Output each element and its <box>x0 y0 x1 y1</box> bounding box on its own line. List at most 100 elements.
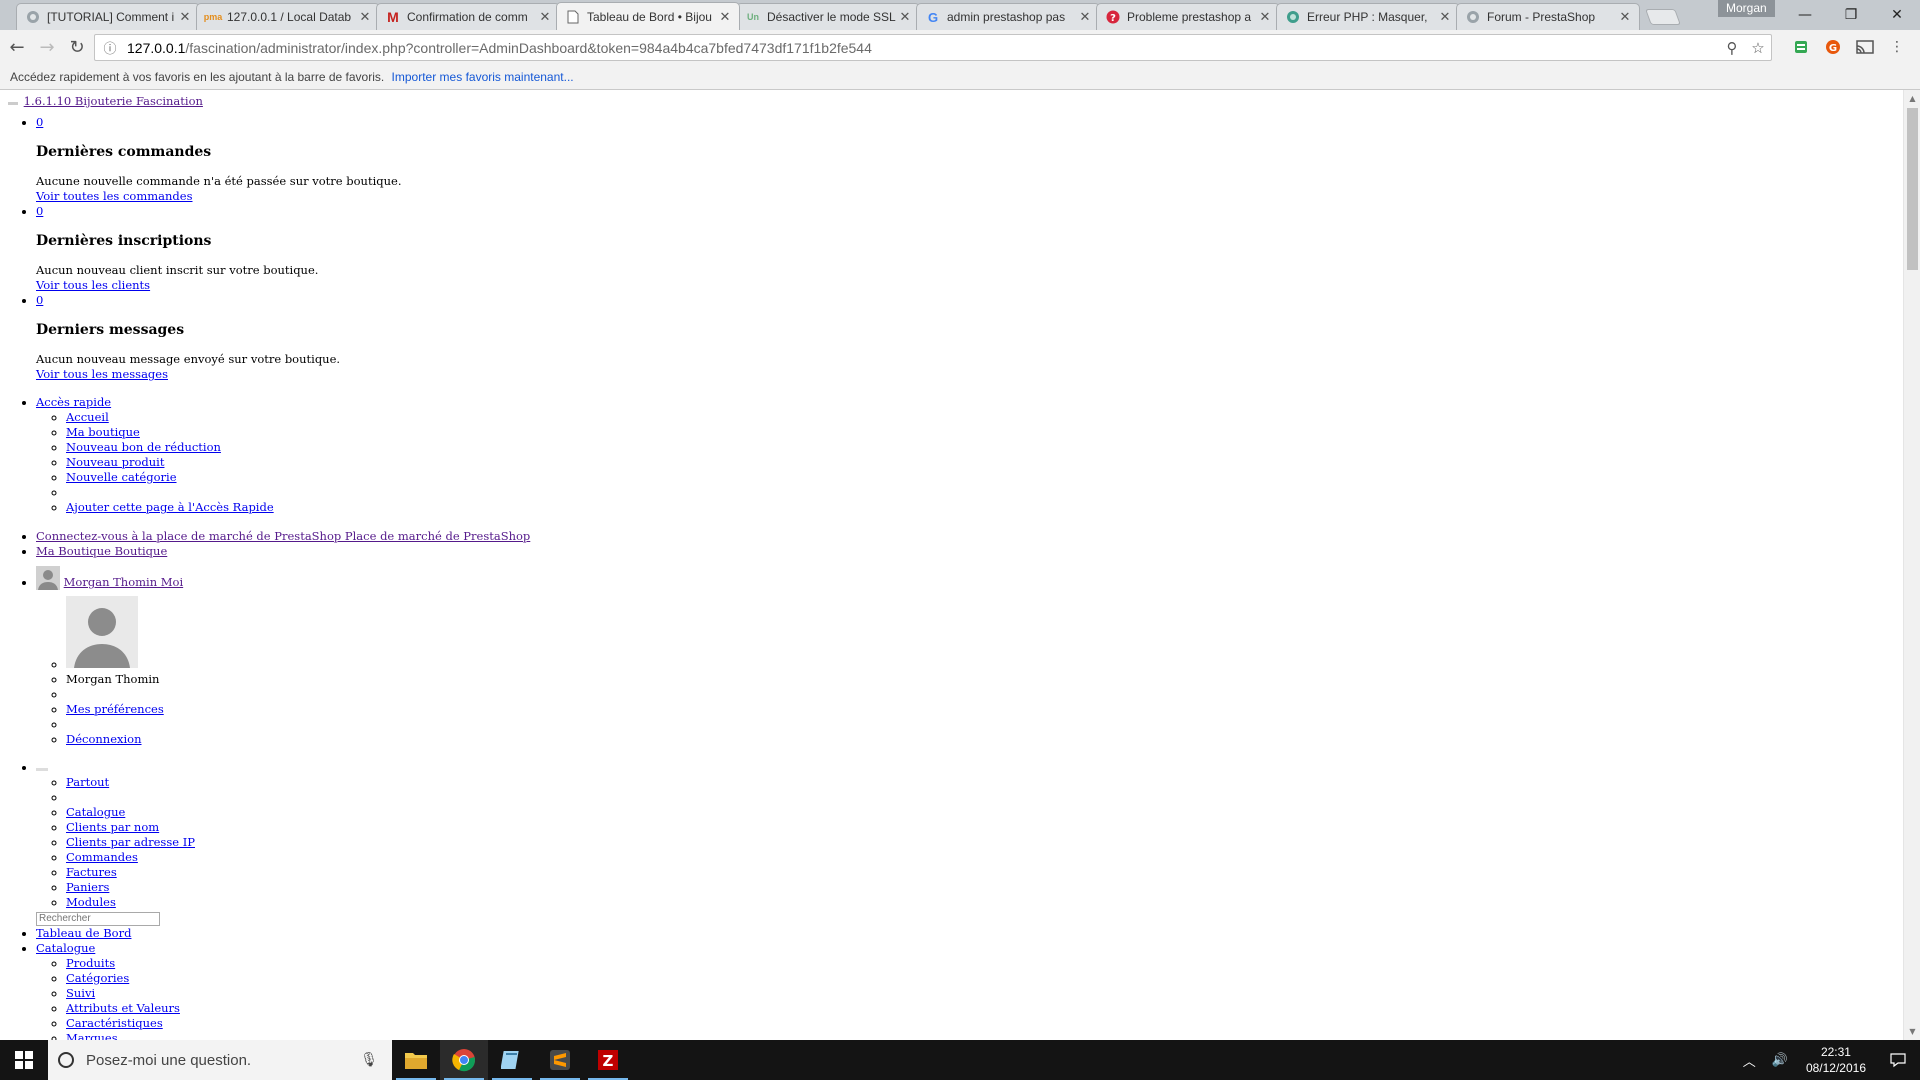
browser-tab-active[interactable]: Tableau de Bord • Bijou ✕ <box>556 2 740 30</box>
restore-icon[interactable]: ❐ <box>1828 0 1874 29</box>
import-bookmarks-link[interactable]: Importer mes favoris maintenant... <box>392 70 574 84</box>
brands-link[interactable]: Marques <box>66 1031 118 1041</box>
scope-modules[interactable]: Modules <box>66 895 116 909</box>
marketplace-link[interactable]: Connectez-vous à la place de marché de P… <box>36 529 530 543</box>
browser-tab[interactable]: G admin prestashop pas ✕ <box>916 3 1100 30</box>
quick-access-my-shop[interactable]: Ma boutique <box>66 425 140 439</box>
clock[interactable]: 22:31 08/12/2016 <box>1796 1044 1876 1076</box>
scope-carts[interactable]: Paniers <box>66 880 109 894</box>
divider <box>66 485 1903 500</box>
search-scope-toggle[interactable] <box>36 768 48 771</box>
reload-icon[interactable]: ↻ <box>64 35 90 61</box>
forward-arrow-icon[interactable]: → <box>34 35 60 61</box>
chrome-icon[interactable] <box>440 1040 488 1080</box>
phpmyadmin-icon: pma <box>203 12 223 22</box>
extension-green-icon[interactable] <box>1788 34 1814 60</box>
scroll-up-icon[interactable]: ▲ <box>1904 90 1920 107</box>
microphone-icon[interactable]: 🎙 <box>360 1052 378 1068</box>
messages-count-link[interactable]: 0 <box>36 293 43 307</box>
scope-invoices[interactable]: Factures <box>66 865 117 879</box>
scope-customers-name[interactable]: Clients par nom <box>66 820 159 834</box>
volume-icon[interactable]: 🔊 <box>1764 1053 1796 1068</box>
scroll-down-icon[interactable]: ▼ <box>1904 1023 1920 1040</box>
cast-icon[interactable] <box>1852 34 1878 60</box>
browser-tab[interactable]: Un Désactiver le mode SSL ✕ <box>736 3 920 30</box>
categories-link[interactable]: Catégories <box>66 971 129 985</box>
search-scope-item: Clients par nom <box>66 820 1903 835</box>
close-icon[interactable]: ✕ <box>897 9 913 25</box>
zoom-icon[interactable]: ⚲ <box>1719 39 1745 57</box>
browser-tab[interactable]: Erreur PHP : Masquer, ✕ <box>1276 3 1460 30</box>
add-quick-access-link[interactable]: Ajouter cette page à l'Accès Rapide <box>66 500 274 514</box>
browser-tab[interactable]: Forum - PrestaShop ✕ <box>1456 3 1640 30</box>
close-icon[interactable]: ✕ <box>1617 9 1633 25</box>
minimize-icon[interactable]: — <box>1782 0 1828 29</box>
windows-taskbar: Posez-moi une question. 🎙 Z ︿ 🔊 22:31 08… <box>0 1040 1920 1080</box>
info-icon[interactable]: ⓘ <box>99 38 121 57</box>
close-icon[interactable]: ✕ <box>537 9 553 25</box>
close-icon[interactable]: ✕ <box>357 9 373 25</box>
search-scope-dropdown: Partout Catalogue Clients par nom Client… <box>36 760 1903 926</box>
close-icon[interactable]: ✕ <box>1437 9 1453 25</box>
scope-orders[interactable]: Commandes <box>66 850 138 864</box>
quick-access-menu: Accès rapide Accueil Ma boutique Nouveau… <box>8 395 1903 515</box>
menu-kebab-icon[interactable]: ⋮ <box>1884 34 1910 60</box>
features-link[interactable]: Caractéristiques <box>66 1016 163 1030</box>
customers-count-link[interactable]: 0 <box>36 204 43 218</box>
close-icon[interactable]: ✕ <box>177 9 193 25</box>
prestashop-icon <box>25 9 41 25</box>
close-icon[interactable]: ✕ <box>1257 9 1273 25</box>
url-path: /fascination/administrator/index.php?con… <box>185 39 872 56</box>
all-customers-link[interactable]: Voir tous les clients <box>36 278 150 292</box>
shop-brand-link[interactable]: 1.6.1.10 Bijouterie Fascination <box>24 94 203 108</box>
back-arrow-icon[interactable]: ← <box>4 35 30 61</box>
scope-everywhere[interactable]: Partout <box>66 775 109 789</box>
divider <box>66 687 1903 702</box>
notepad-icon[interactable] <box>488 1040 536 1080</box>
preferences-link[interactable]: Mes préférences <box>66 702 164 716</box>
tray-overflow-icon[interactable]: ︿ <box>1735 1051 1764 1070</box>
scrollbar-thumb[interactable] <box>1907 108 1918 270</box>
dashboard-link[interactable]: Tableau de Bord <box>36 926 131 940</box>
search-input[interactable] <box>36 911 160 926</box>
close-icon[interactable]: ✕ <box>717 9 733 25</box>
all-orders-link[interactable]: Voir toutes les commandes <box>36 189 193 203</box>
cortana-search-box[interactable]: Posez-moi une question. 🎙 <box>48 1040 392 1080</box>
quick-access-item: Nouveau produit <box>66 455 1903 470</box>
quick-access-home[interactable]: Accueil <box>66 410 109 424</box>
catalog-link[interactable]: Catalogue <box>36 941 95 955</box>
url-text[interactable]: 127.0.0.1/fascination/administrator/inde… <box>121 40 1719 56</box>
quick-access-new-voucher[interactable]: Nouveau bon de réduction <box>66 440 221 454</box>
attributes-link[interactable]: Attributs et Valeurs <box>66 1001 180 1015</box>
file-explorer-icon[interactable] <box>392 1040 440 1080</box>
action-center-icon[interactable] <box>1876 1040 1920 1080</box>
filezilla-icon[interactable]: Z <box>584 1040 632 1080</box>
scope-catalog[interactable]: Catalogue <box>66 805 125 819</box>
orders-count-link[interactable]: 0 <box>36 115 43 129</box>
employee-link[interactable]: Morgan Thomin Moi <box>64 575 184 589</box>
browser-tab[interactable]: [TUTORIAL] Comment i ✕ <box>16 3 200 30</box>
all-messages-link[interactable]: Voir tous les messages <box>36 367 168 381</box>
page-scrollbar[interactable]: ▲ ▼ <box>1903 90 1920 1040</box>
windows-start-icon[interactable] <box>0 1040 48 1080</box>
extensions: G ⋮ <box>1788 34 1910 60</box>
address-bar[interactable]: ⓘ 127.0.0.1/fascination/administrator/in… <box>94 34 1772 61</box>
logout-link[interactable]: Déconnexion <box>66 732 142 746</box>
browser-tab[interactable]: M Confirmation de comm ✕ <box>376 3 560 30</box>
quick-access-new-product[interactable]: Nouveau produit <box>66 455 164 469</box>
browser-tab[interactable]: pma 127.0.0.1 / Local Datab ✕ <box>196 3 380 30</box>
sublime-text-icon[interactable] <box>536 1040 584 1080</box>
profile-button[interactable]: Morgan <box>1718 0 1775 17</box>
close-window-icon[interactable]: ✕ <box>1874 0 1920 29</box>
new-tab-button[interactable] <box>1645 9 1681 25</box>
extension-red-icon[interactable]: G <box>1820 34 1846 60</box>
quick-access-toggle[interactable]: Accès rapide <box>36 395 111 409</box>
close-icon[interactable]: ✕ <box>1077 9 1093 25</box>
tracking-link[interactable]: Suivi <box>66 986 95 1000</box>
star-icon[interactable]: ☆ <box>1745 39 1771 57</box>
scope-customers-ip[interactable]: Clients par adresse IP <box>66 835 195 849</box>
products-link[interactable]: Produits <box>66 956 115 970</box>
browser-tab[interactable]: ? Probleme prestashop a ✕ <box>1096 3 1280 30</box>
quick-access-new-category[interactable]: Nouvelle catégorie <box>66 470 177 484</box>
my-shop-link[interactable]: Ma Boutique Boutique <box>36 544 167 558</box>
